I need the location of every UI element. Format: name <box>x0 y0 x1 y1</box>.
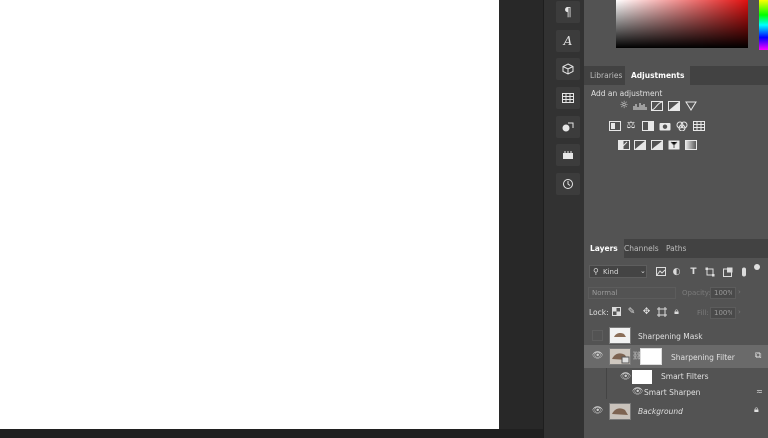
layer-thumbnail <box>609 327 631 344</box>
grid-icon[interactable] <box>556 87 580 109</box>
lock-artboard-icon[interactable] <box>656 307 667 318</box>
layer-thumbnail <box>609 403 631 420</box>
exposure-icon[interactable] <box>668 101 680 111</box>
mask-thumbnail[interactable] <box>640 348 662 365</box>
filter-shape-icon[interactable] <box>704 267 715 278</box>
panel-icon-column: ¶ A <box>544 0 584 438</box>
smart-filter-mask-thumbnail[interactable] <box>632 370 652 384</box>
layer-thumbnail <box>609 348 631 365</box>
color-lookup-icon[interactable] <box>693 121 705 131</box>
adjustments-tabbar: Libraries Adjustments <box>584 66 768 85</box>
smart-filters-row[interactable]: 👁︎ Smart Filters <box>584 368 768 385</box>
levels-icon[interactable] <box>633 101 647 111</box>
actions-icon[interactable] <box>556 144 580 166</box>
fill-label: Fill: <box>697 309 709 317</box>
blending-options-icon[interactable]: ≂ <box>756 387 763 396</box>
adjustments-heading: Add an adjustment <box>591 89 663 98</box>
opacity-label: Opacity: <box>682 289 711 297</box>
smart-sharpen-row[interactable]: 👁︎ Smart Sharpen ≂ <box>584 385 768 399</box>
filter-smart-object-icon[interactable] <box>722 267 733 278</box>
filter-type-icon[interactable]: T <box>688 267 699 278</box>
lock-label: Lock: <box>589 308 609 317</box>
filter-pixel-icon[interactable] <box>655 267 666 278</box>
chevron-right-icon[interactable]: › <box>738 308 741 316</box>
layer-row-sharpening-mask[interactable]: Sharpening Mask <box>584 324 768 346</box>
threshold-icon[interactable] <box>651 140 663 150</box>
invert-icon[interactable] <box>618 140 630 150</box>
indent-line <box>606 385 607 399</box>
filter-toggle-icon[interactable] <box>738 267 749 278</box>
layer-name: Background <box>638 407 683 416</box>
hue-slider[interactable] <box>759 0 768 50</box>
filter-adjustment-icon[interactable]: ◐ <box>671 267 682 278</box>
color-picker-field[interactable] <box>616 0 748 48</box>
lock-all-icon[interactable]: 🔒︎ <box>671 307 682 318</box>
lock-icon: 🔒︎ <box>754 405 759 415</box>
character-icon[interactable]: A <box>556 30 580 52</box>
opacity-field[interactable] <box>710 287 736 299</box>
gradient-map-icon[interactable] <box>685 140 697 150</box>
posterize-icon[interactable] <box>634 140 646 150</box>
layer-row-background[interactable]: 👁︎ Background 🔒︎ <box>584 400 768 422</box>
layers-tabbar: Layers Channels Paths <box>584 239 768 258</box>
vibrance-icon[interactable] <box>685 101 697 111</box>
chevron-right-icon[interactable]: › <box>738 288 741 296</box>
smart-object-icon: ⧉ <box>755 351 762 361</box>
shapes-icon[interactable] <box>556 116 580 138</box>
chevron-down-icon: ⌄ <box>640 267 646 275</box>
lock-transparent-icon[interactable] <box>611 307 622 318</box>
tab-libraries[interactable]: Libraries <box>584 66 628 85</box>
panel-menu-icon[interactable] <box>754 264 760 270</box>
history-icon[interactable] <box>556 173 580 195</box>
visibility-toggle[interactable] <box>592 330 603 341</box>
fill-field[interactable] <box>710 307 736 319</box>
eye-icon[interactable]: 👁︎ <box>592 406 603 416</box>
selective-color-icon[interactable] <box>668 140 680 150</box>
filter-kind-label: Kind <box>603 268 619 276</box>
eye-icon[interactable]: 👁︎ <box>632 387 643 397</box>
indent-line <box>606 368 607 385</box>
layer-name: Smart Sharpen <box>644 388 701 397</box>
filter-kind-select[interactable]: ⚲ Kind ⌄ <box>589 265 647 278</box>
layer-name: Smart Filters <box>661 372 709 381</box>
eye-icon[interactable]: 👁︎ <box>592 351 603 361</box>
blend-mode-select[interactable] <box>588 287 676 299</box>
color-balance-icon[interactable]: ⚖ <box>625 121 637 131</box>
hue-saturation-icon[interactable] <box>609 121 621 131</box>
eye-icon[interactable]: 👁︎ <box>620 372 631 382</box>
brightness-contrast-icon[interactable]: ☼ <box>618 101 630 111</box>
layer-name: Sharpening Filter <box>671 353 735 362</box>
layer-name: Sharpening Mask <box>638 332 703 341</box>
document-canvas[interactable] <box>0 0 499 429</box>
lock-position-icon[interactable]: ✥ <box>641 307 652 318</box>
paragraph-icon[interactable]: ¶ <box>556 1 580 23</box>
3d-cube-icon[interactable] <box>556 58 580 80</box>
layer-row-sharpening-filter[interactable]: 👁︎ ⛓︎ Sharpening Filter ⧉ <box>584 345 768 368</box>
tab-adjustments[interactable]: Adjustments <box>625 66 691 85</box>
curves-icon[interactable] <box>651 101 663 111</box>
lock-pixels-icon[interactable]: ✎ <box>626 307 637 318</box>
photo-filter-icon[interactable] <box>659 121 671 131</box>
tab-channels[interactable]: Channels <box>618 239 665 258</box>
black-white-icon[interactable] <box>642 121 654 131</box>
channel-mixer-icon[interactable] <box>676 121 688 131</box>
search-icon: ⚲ <box>593 267 599 276</box>
workspace-background <box>499 0 543 429</box>
tab-paths[interactable]: Paths <box>660 239 692 258</box>
